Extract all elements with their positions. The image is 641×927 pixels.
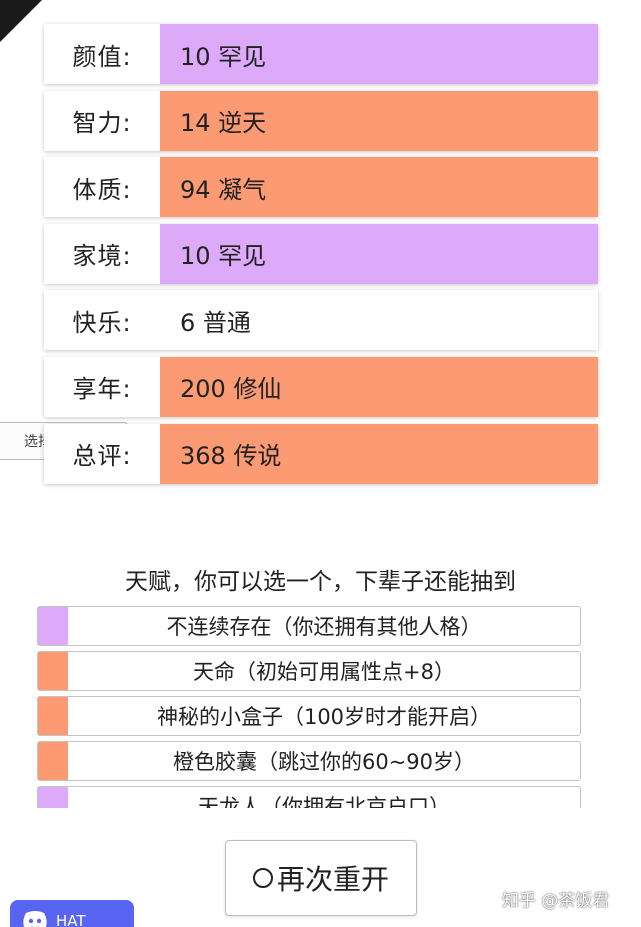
talent-item[interactable]: 橙色胶囊（跳过你的60~90岁）: [37, 741, 581, 781]
stat-label: 智力:: [72, 109, 132, 138]
stat-value: 14 逆天: [160, 90, 598, 151]
stats-panel: 颜值: 10 罕见 智力: 14 逆天 体质: 94 凝气 家境: 10 罕见 …: [44, 24, 598, 490]
talent-swatch: [38, 697, 68, 735]
stat-label: 总评:: [72, 442, 132, 471]
corner-fold: [0, 0, 42, 42]
talent-title: 天赋，你可以选一个，下辈子还能抽到: [125, 569, 516, 595]
stat-value: 368 传说: [160, 423, 598, 484]
talent-swatch: [38, 607, 68, 645]
talent-swatch: [38, 742, 68, 780]
stat-value: 10 罕见: [160, 223, 598, 284]
stat-row-family: 家境: 10 罕见: [44, 223, 598, 284]
stat-label: 享年:: [72, 375, 132, 404]
stat-value: 200 修仙: [160, 356, 598, 417]
stat-row-overall: 总评: 368 传说: [44, 423, 598, 484]
watermark: 知乎 @茶饭君: [502, 891, 610, 911]
stat-label: 颜值:: [72, 42, 132, 71]
talent-item[interactable]: 天龙人（你拥有北京户口）: [37, 786, 581, 808]
talent-item[interactable]: 天命（初始可用属性点+8）: [37, 651, 581, 691]
stat-value: 94 凝气: [160, 157, 598, 218]
restart-label: 再次重开: [276, 863, 389, 896]
stat-label: 快乐:: [72, 308, 132, 337]
stat-label: 家境:: [72, 242, 132, 271]
talent-text: 橙色胶囊（跳过你的60~90岁）: [172, 750, 476, 774]
talent-text: 神秘的小盒子（100岁时才能开启）: [156, 705, 492, 729]
talent-swatch: [38, 652, 68, 690]
talent-text: 天命（初始可用属性点+8）: [193, 660, 455, 684]
discord-label: HAT: [56, 912, 86, 927]
restart-button[interactable]: 再次重开: [225, 840, 417, 916]
discord-icon: [23, 911, 47, 927]
stat-label: 体质:: [72, 175, 132, 204]
stat-row-intelligence: 智力: 14 逆天: [44, 90, 598, 151]
talent-list[interactable]: 不连续存在（你还拥有其他人格） 天命（初始可用属性点+8） 神秘的小盒子（100…: [37, 606, 581, 808]
stat-row-lifespan: 享年: 200 修仙: [44, 356, 598, 417]
talent-item[interactable]: 不连续存在（你还拥有其他人格）: [37, 606, 581, 646]
stat-value: 6 普通: [160, 290, 598, 351]
stat-row-happiness: 快乐: 6 普通: [44, 290, 598, 351]
talent-item[interactable]: 神秘的小盒子（100岁时才能开启）: [37, 696, 581, 736]
discord-button[interactable]: HAT: [10, 900, 134, 927]
stat-value: 10 罕见: [160, 24, 598, 84]
stat-row-constitution: 体质: 94 凝气: [44, 157, 598, 218]
stat-row-appearance: 颜值: 10 罕见: [44, 24, 598, 84]
talent-text: 天龙人（你拥有北京户口）: [198, 795, 450, 808]
talent-swatch: [38, 787, 68, 808]
talent-text: 不连续存在（你还拥有其他人格）: [166, 615, 482, 639]
circle-icon: [252, 868, 273, 888]
